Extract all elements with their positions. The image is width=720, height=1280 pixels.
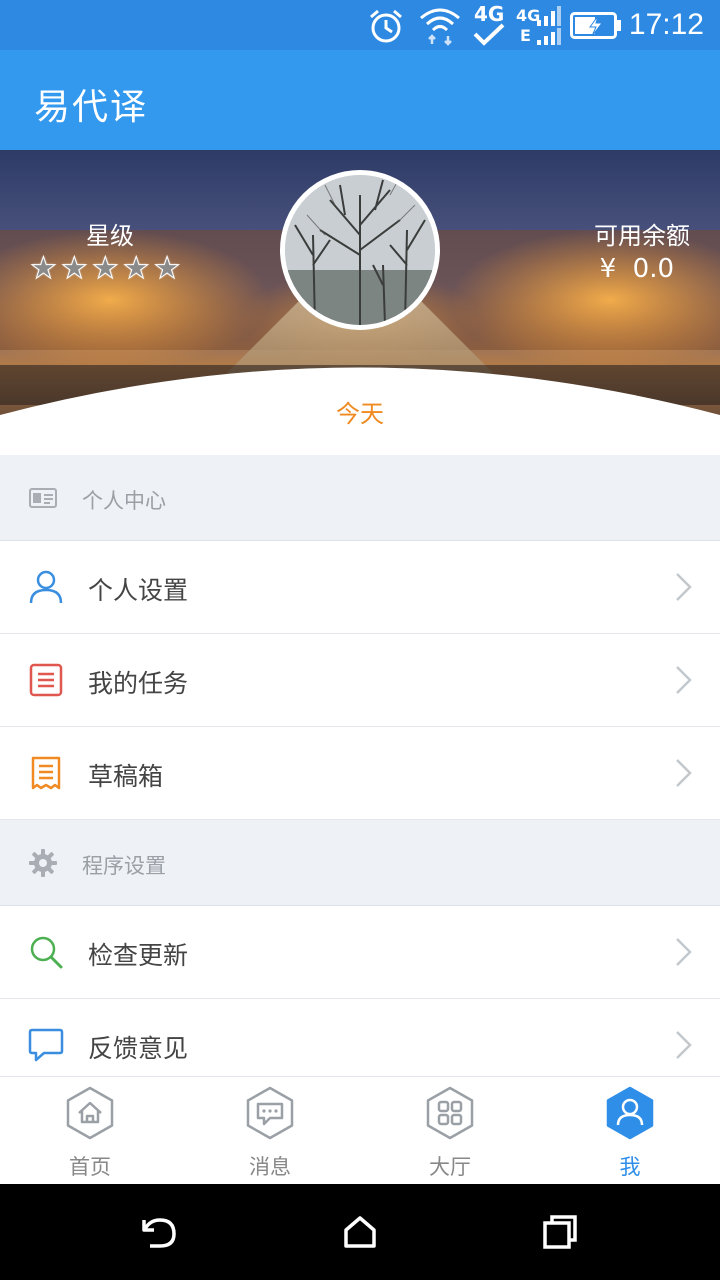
menu-item-my-tasks[interactable]: 我的任务 <box>0 634 720 727</box>
home-icon <box>66 1086 114 1140</box>
chevron-right-icon <box>676 1031 692 1059</box>
rating-stars: ★ ★ ★ ★ ★ <box>30 251 182 286</box>
tab-label: 首页 <box>69 1155 111 1179</box>
tab-messages[interactable]: 消息 <box>180 1077 360 1185</box>
system-navigation-bar <box>0 1184 720 1280</box>
chat-bubble-icon <box>28 1028 64 1062</box>
tab-label: 大厅 <box>429 1155 471 1179</box>
section-personal-center: 个人中心 <box>0 455 720 541</box>
menu-item-label: 我的任务 <box>88 669 189 698</box>
back-icon[interactable] <box>140 1214 178 1250</box>
menu-item-label: 个人设置 <box>88 576 189 605</box>
menu-item-check-update[interactable]: 检查更新 <box>0 906 720 999</box>
tab-home[interactable]: 首页 <box>0 1077 180 1185</box>
chevron-right-icon <box>676 573 692 601</box>
rating-label: 星级 <box>86 222 134 250</box>
network-type-label-3: E <box>520 26 531 45</box>
menu-item-label: 检查更新 <box>88 941 189 970</box>
gear-icon <box>29 849 57 877</box>
star-icon: ★ <box>30 251 58 286</box>
avatar-photo <box>285 175 435 325</box>
recent-apps-icon[interactable] <box>542 1214 578 1250</box>
tab-label: 消息 <box>249 1155 291 1179</box>
star-icon: ★ <box>60 251 88 286</box>
signal-icon <box>537 6 561 45</box>
balance-label: 可用余额 <box>594 222 690 250</box>
star-icon: ★ <box>122 251 150 286</box>
chevron-right-icon <box>676 759 692 787</box>
menu-item-label: 反馈意见 <box>88 1034 189 1063</box>
bottom-navigation: 首页 消息 大厅 我 <box>0 1076 720 1184</box>
profile-icon <box>606 1086 654 1140</box>
today-label[interactable]: 今天 <box>0 394 720 429</box>
user-icon <box>29 570 63 604</box>
home-button-icon[interactable] <box>342 1214 378 1250</box>
chevron-right-icon <box>676 666 692 694</box>
grid-icon <box>426 1086 474 1140</box>
app-title: 易代译 <box>34 87 149 128</box>
wifi-icon <box>420 8 460 46</box>
menu-item-label: 草稿箱 <box>88 762 164 791</box>
alarm-icon <box>370 9 402 43</box>
chevron-right-icon <box>676 938 692 966</box>
search-icon <box>30 936 63 969</box>
tab-label: 我 <box>619 1155 641 1179</box>
section-label: 程序设置 <box>82 854 166 878</box>
star-icon: ★ <box>153 251 181 286</box>
section-label: 个人中心 <box>82 489 166 513</box>
avatar[interactable] <box>280 170 440 330</box>
menu-item-drafts[interactable]: 草稿箱 <box>0 727 720 820</box>
app-bar: 易代译 <box>0 50 720 150</box>
balance-value: ¥ 0.0 <box>599 254 674 284</box>
status-bar: 4G 4G E 17:12 <box>0 0 720 50</box>
profile-header: 星级 ★ ★ ★ ★ ★ 可用余额 ¥ 0.0 今天 <box>0 150 720 455</box>
star-icon: ★ <box>91 251 119 286</box>
tab-me[interactable]: 我 <box>540 1077 720 1185</box>
task-list-icon <box>29 663 63 697</box>
section-app-settings: 程序设置 <box>0 820 720 906</box>
tab-hall[interactable]: 大厅 <box>360 1077 540 1185</box>
menu-item-personal-settings[interactable]: 个人设置 <box>0 541 720 634</box>
status-time: 17:12 <box>628 8 704 41</box>
check-icon <box>473 23 505 46</box>
message-icon <box>246 1086 294 1140</box>
draft-receipt-icon <box>31 756 61 790</box>
battery-charging-icon <box>570 12 621 39</box>
id-card-icon <box>29 488 57 508</box>
